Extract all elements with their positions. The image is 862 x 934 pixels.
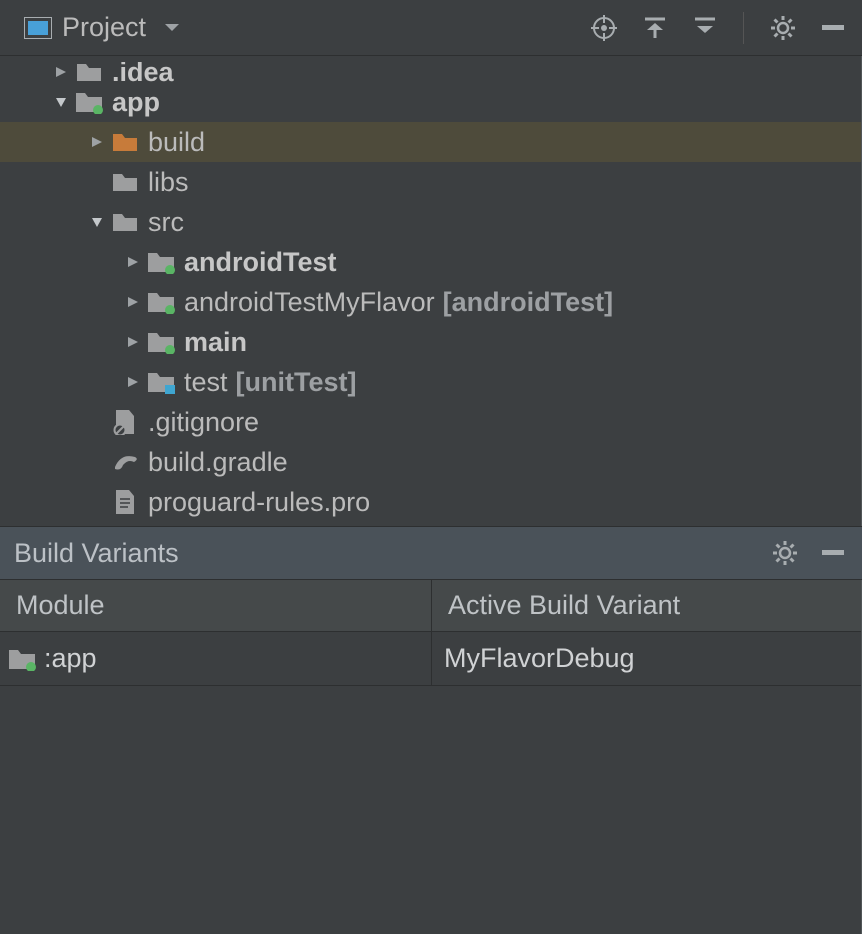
- tree-node-build-gradle[interactable]: build.gradle: [0, 442, 861, 482]
- column-header-module[interactable]: Module: [0, 580, 432, 631]
- tree-node-test[interactable]: test[unitTest]: [0, 362, 861, 402]
- empty-area: [0, 686, 862, 934]
- project-view-icon: [24, 17, 52, 39]
- tree-node-app[interactable]: app: [0, 82, 861, 122]
- toolbar-divider: [743, 12, 744, 44]
- tree-node-idea[interactable]: .idea: [0, 62, 861, 82]
- build-variants-header: Build Variants: [0, 526, 862, 580]
- expand-arrow-icon[interactable]: [120, 335, 146, 349]
- project-view-label: Project: [62, 12, 146, 43]
- source-folder-icon: [146, 330, 176, 354]
- text-file-icon: [110, 489, 140, 515]
- variant-name: MyFlavorDebug: [444, 643, 635, 674]
- tree-node-src[interactable]: src: [0, 202, 861, 242]
- gradle-file-icon: [110, 451, 140, 473]
- node-label: libs: [148, 167, 189, 198]
- node-label: build.gradle: [148, 447, 288, 478]
- source-folder-icon: [146, 250, 176, 274]
- expand-arrow-icon[interactable]: [48, 65, 74, 79]
- variant-cell[interactable]: MyFlavorDebug: [432, 632, 861, 685]
- node-label: androidTest: [184, 247, 337, 278]
- chevron-down-icon: [164, 23, 180, 33]
- source-folder-icon: [146, 290, 176, 314]
- tree-node-gitignore[interactable]: .gitignore: [0, 402, 861, 442]
- build-variants-title: Build Variants: [14, 538, 179, 569]
- column-header-variant[interactable]: Active Build Variant: [432, 580, 861, 631]
- folder-icon: [110, 211, 140, 233]
- node-label: test[unitTest]: [184, 367, 357, 398]
- test-folder-icon: [146, 370, 176, 394]
- collapse-all-icon[interactable]: [693, 16, 717, 40]
- expand-arrow-icon[interactable]: [84, 135, 110, 149]
- tree-node-androidtestflavor[interactable]: androidTestMyFlavor[androidTest]: [0, 282, 861, 322]
- project-view-switcher[interactable]: Project: [24, 12, 180, 43]
- table-row[interactable]: :app MyFlavorDebug: [0, 632, 861, 686]
- expand-arrow-icon[interactable]: [120, 375, 146, 389]
- expand-arrow-icon[interactable]: [120, 295, 146, 309]
- toolbar-actions: [591, 12, 844, 44]
- chevron-down-icon[interactable]: [48, 95, 74, 109]
- excluded-folder-icon: [110, 131, 140, 153]
- node-label: build: [148, 127, 205, 158]
- node-label: proguard-rules.pro: [148, 487, 370, 518]
- tree-node-libs[interactable]: libs: [0, 162, 861, 202]
- node-label: androidTestMyFlavor[androidTest]: [184, 287, 613, 318]
- expand-arrow-icon[interactable]: [120, 255, 146, 269]
- tree-node-main[interactable]: main: [0, 322, 861, 362]
- node-label: src: [148, 207, 184, 238]
- module-cell[interactable]: :app: [0, 632, 432, 685]
- tree-node-androidtest[interactable]: androidTest: [0, 242, 861, 282]
- node-label: .gitignore: [148, 407, 259, 438]
- project-tree[interactable]: .idea app build libs src androidTest: [0, 56, 862, 526]
- module-folder-icon: [74, 90, 104, 114]
- node-label: app: [112, 87, 160, 118]
- gear-icon[interactable]: [772, 540, 798, 566]
- project-toolbar: Project: [0, 0, 862, 56]
- hide-icon[interactable]: [822, 25, 844, 31]
- folder-icon: [110, 171, 140, 193]
- expand-all-icon[interactable]: [643, 16, 667, 40]
- tree-node-proguard[interactable]: proguard-rules.pro: [0, 482, 861, 522]
- module-name: :app: [44, 643, 97, 674]
- module-icon: [8, 647, 36, 671]
- table-header: Module Active Build Variant: [0, 580, 861, 632]
- node-label: main: [184, 327, 247, 358]
- ignore-file-icon: [110, 409, 140, 435]
- chevron-down-icon[interactable]: [84, 215, 110, 229]
- target-icon[interactable]: [591, 15, 617, 41]
- gear-icon[interactable]: [770, 15, 796, 41]
- build-variants-table: Module Active Build Variant :app MyFlavo…: [0, 580, 862, 686]
- tree-node-build[interactable]: build: [0, 122, 861, 162]
- node-label: .idea: [112, 62, 174, 82]
- folder-icon: [74, 62, 104, 82]
- hide-icon[interactable]: [822, 550, 844, 556]
